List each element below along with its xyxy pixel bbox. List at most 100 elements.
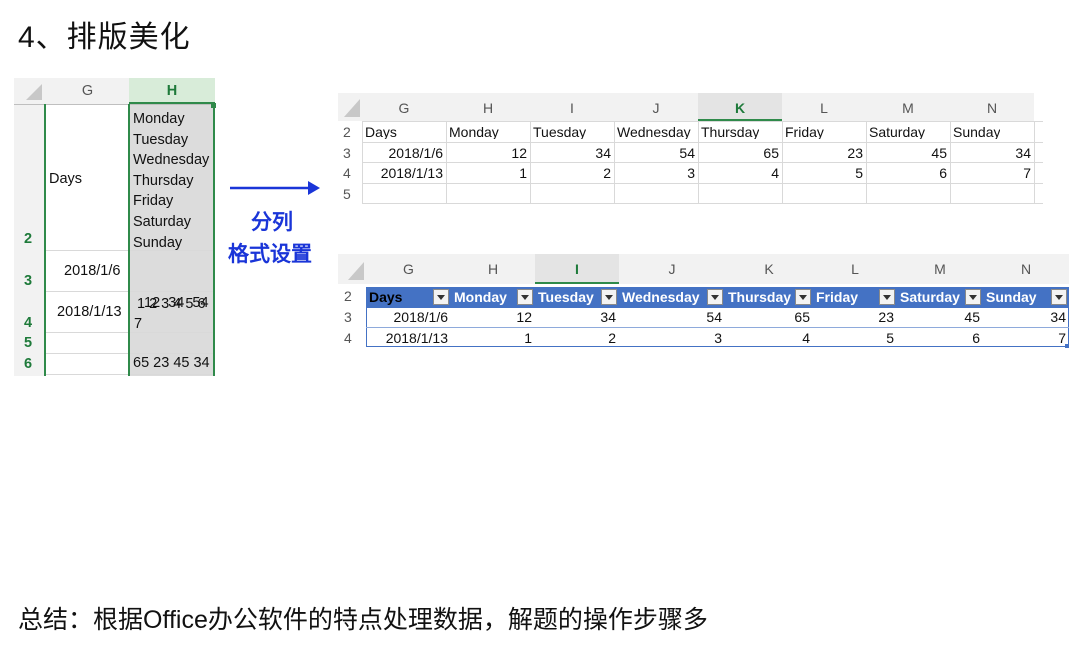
- column-header-k[interactable]: K: [725, 254, 813, 284]
- table-header-friday[interactable]: Friday: [813, 287, 897, 307]
- table-cell[interactable]: 2: [535, 331, 616, 345]
- table-cell[interactable]: 7: [983, 331, 1066, 345]
- table-cell[interactable]: 65: [698, 146, 779, 160]
- table-cell[interactable]: 34: [530, 146, 611, 160]
- cell-header-wednesday[interactable]: Wednesday: [617, 125, 691, 139]
- cell-g4[interactable]: 2018/1/13: [57, 305, 122, 320]
- row-number-4[interactable]: 4: [344, 331, 352, 345]
- row-number-3[interactable]: 3: [24, 274, 32, 289]
- row-number-2[interactable]: 2: [343, 125, 351, 139]
- column-header-i[interactable]: I: [530, 93, 614, 121]
- column-header-n[interactable]: N: [983, 254, 1069, 284]
- table-cell[interactable]: 7: [950, 166, 1031, 180]
- row-number-5[interactable]: 5: [24, 336, 32, 351]
- cell-header-saturday[interactable]: Saturday: [869, 125, 925, 139]
- filter-dropdown-icon[interactable]: [879, 289, 895, 305]
- table-cell[interactable]: 6: [897, 331, 980, 345]
- table-header-thursday[interactable]: Thursday: [725, 287, 813, 307]
- row-number-5[interactable]: 5: [343, 187, 351, 201]
- table-cell[interactable]: 3: [619, 331, 722, 345]
- table-cell[interactable]: 45: [897, 310, 980, 324]
- table-cell[interactable]: 12: [451, 310, 532, 324]
- cell-header-monday[interactable]: Monday: [449, 125, 499, 139]
- filter-dropdown-icon[interactable]: [965, 289, 981, 305]
- column-header-g[interactable]: G: [366, 254, 451, 284]
- table-cell[interactable]: 2018/1/13: [362, 166, 443, 180]
- column-header-l[interactable]: L: [782, 93, 866, 121]
- table-cell[interactable]: 2018/1/6: [362, 146, 444, 160]
- table-cell[interactable]: 3: [614, 166, 695, 180]
- row-number-3[interactable]: 3: [343, 146, 351, 160]
- row-number-6[interactable]: 6: [24, 357, 32, 372]
- cell-header-days[interactable]: Days: [365, 125, 397, 139]
- table-cell[interactable]: 4: [698, 166, 779, 180]
- select-all-corner[interactable]: [14, 78, 46, 104]
- filter-dropdown-icon[interactable]: [517, 289, 533, 305]
- column-header-n[interactable]: N: [950, 93, 1034, 121]
- cell-g2[interactable]: Days: [49, 172, 82, 187]
- column-header-j[interactable]: J: [619, 254, 725, 284]
- column-header-h[interactable]: H: [446, 93, 530, 121]
- table-cell[interactable]: 54: [619, 310, 722, 324]
- table-header-sunday[interactable]: Sunday: [983, 287, 1069, 307]
- table-resize-handle[interactable]: [1065, 344, 1069, 348]
- table-cell[interactable]: 1: [446, 166, 527, 180]
- row-number-2[interactable]: 2: [344, 289, 352, 303]
- table-cell[interactable]: 54: [614, 146, 695, 160]
- corner-triangle-icon: [344, 99, 360, 117]
- cell-header-thursday[interactable]: Thursday: [701, 125, 759, 139]
- column-header-l[interactable]: L: [813, 254, 897, 284]
- table-cell[interactable]: 34: [950, 146, 1031, 160]
- cell-g3[interactable]: 2018/1/6: [64, 264, 120, 279]
- filter-dropdown-icon[interactable]: [1051, 289, 1067, 305]
- cell-line: 65 23 45 34: [133, 355, 210, 371]
- row-number-3[interactable]: 3: [344, 310, 352, 324]
- table-cell[interactable]: 4: [725, 331, 810, 345]
- column-header-m[interactable]: M: [897, 254, 983, 284]
- select-all-corner[interactable]: [338, 93, 362, 121]
- table-cell[interactable]: 5: [782, 166, 863, 180]
- arrow-right-icon: [230, 181, 320, 195]
- fill-handle[interactable]: [211, 103, 216, 108]
- table-cell[interactable]: 6: [866, 166, 947, 180]
- table-cell[interactable]: 23: [813, 310, 894, 324]
- grid-line: [362, 121, 363, 203]
- table-cell[interactable]: 1: [451, 331, 532, 345]
- column-header-g[interactable]: G: [362, 93, 446, 121]
- table-header-days[interactable]: Days: [366, 287, 451, 307]
- table-header-monday[interactable]: Monday: [451, 287, 535, 307]
- cell-header-tuesday[interactable]: Tuesday: [533, 125, 586, 139]
- table-cell[interactable]: 2: [530, 166, 611, 180]
- column-header-h[interactable]: H: [129, 78, 215, 104]
- column-header-i[interactable]: I: [535, 254, 619, 284]
- column-header-m[interactable]: M: [866, 93, 950, 121]
- table-cell[interactable]: 23: [782, 146, 863, 160]
- table-cell[interactable]: 2018/1/6: [366, 310, 449, 324]
- filter-dropdown-icon[interactable]: [707, 289, 723, 305]
- table-header-saturday[interactable]: Saturday: [897, 287, 983, 307]
- column-header-k[interactable]: K: [698, 93, 782, 121]
- cell-header-sunday[interactable]: Sunday: [953, 125, 1000, 139]
- table-header-tuesday[interactable]: Tuesday: [535, 287, 619, 307]
- table-cell[interactable]: 45: [866, 146, 947, 160]
- column-header-j[interactable]: J: [614, 93, 698, 121]
- table-cell[interactable]: 34: [983, 310, 1066, 324]
- filter-dropdown-icon[interactable]: [601, 289, 617, 305]
- select-all-corner[interactable]: [338, 254, 366, 284]
- table-header-wednesday[interactable]: Wednesday: [619, 287, 725, 307]
- cell-h4[interactable]: 1 2 3 4 5 6 7: [134, 294, 206, 334]
- cell-header-friday[interactable]: Friday: [785, 125, 824, 139]
- row-number-4[interactable]: 4: [343, 166, 351, 180]
- table-cell[interactable]: 2018/1/13: [366, 331, 448, 345]
- table-cell[interactable]: 12: [446, 146, 527, 160]
- filter-dropdown-icon[interactable]: [795, 289, 811, 305]
- column-header-g[interactable]: G: [46, 78, 129, 104]
- table-cell[interactable]: 5: [813, 331, 894, 345]
- table-cell[interactable]: 65: [725, 310, 810, 324]
- row-number-4[interactable]: 4: [24, 316, 32, 331]
- column-header-h[interactable]: H: [451, 254, 535, 284]
- row-number-2[interactable]: 2: [24, 232, 32, 247]
- cell-h2[interactable]: Monday Tuesday Wednesday Thursday Friday…: [133, 109, 209, 253]
- table-cell[interactable]: 34: [535, 310, 616, 324]
- filter-dropdown-icon[interactable]: [433, 289, 449, 305]
